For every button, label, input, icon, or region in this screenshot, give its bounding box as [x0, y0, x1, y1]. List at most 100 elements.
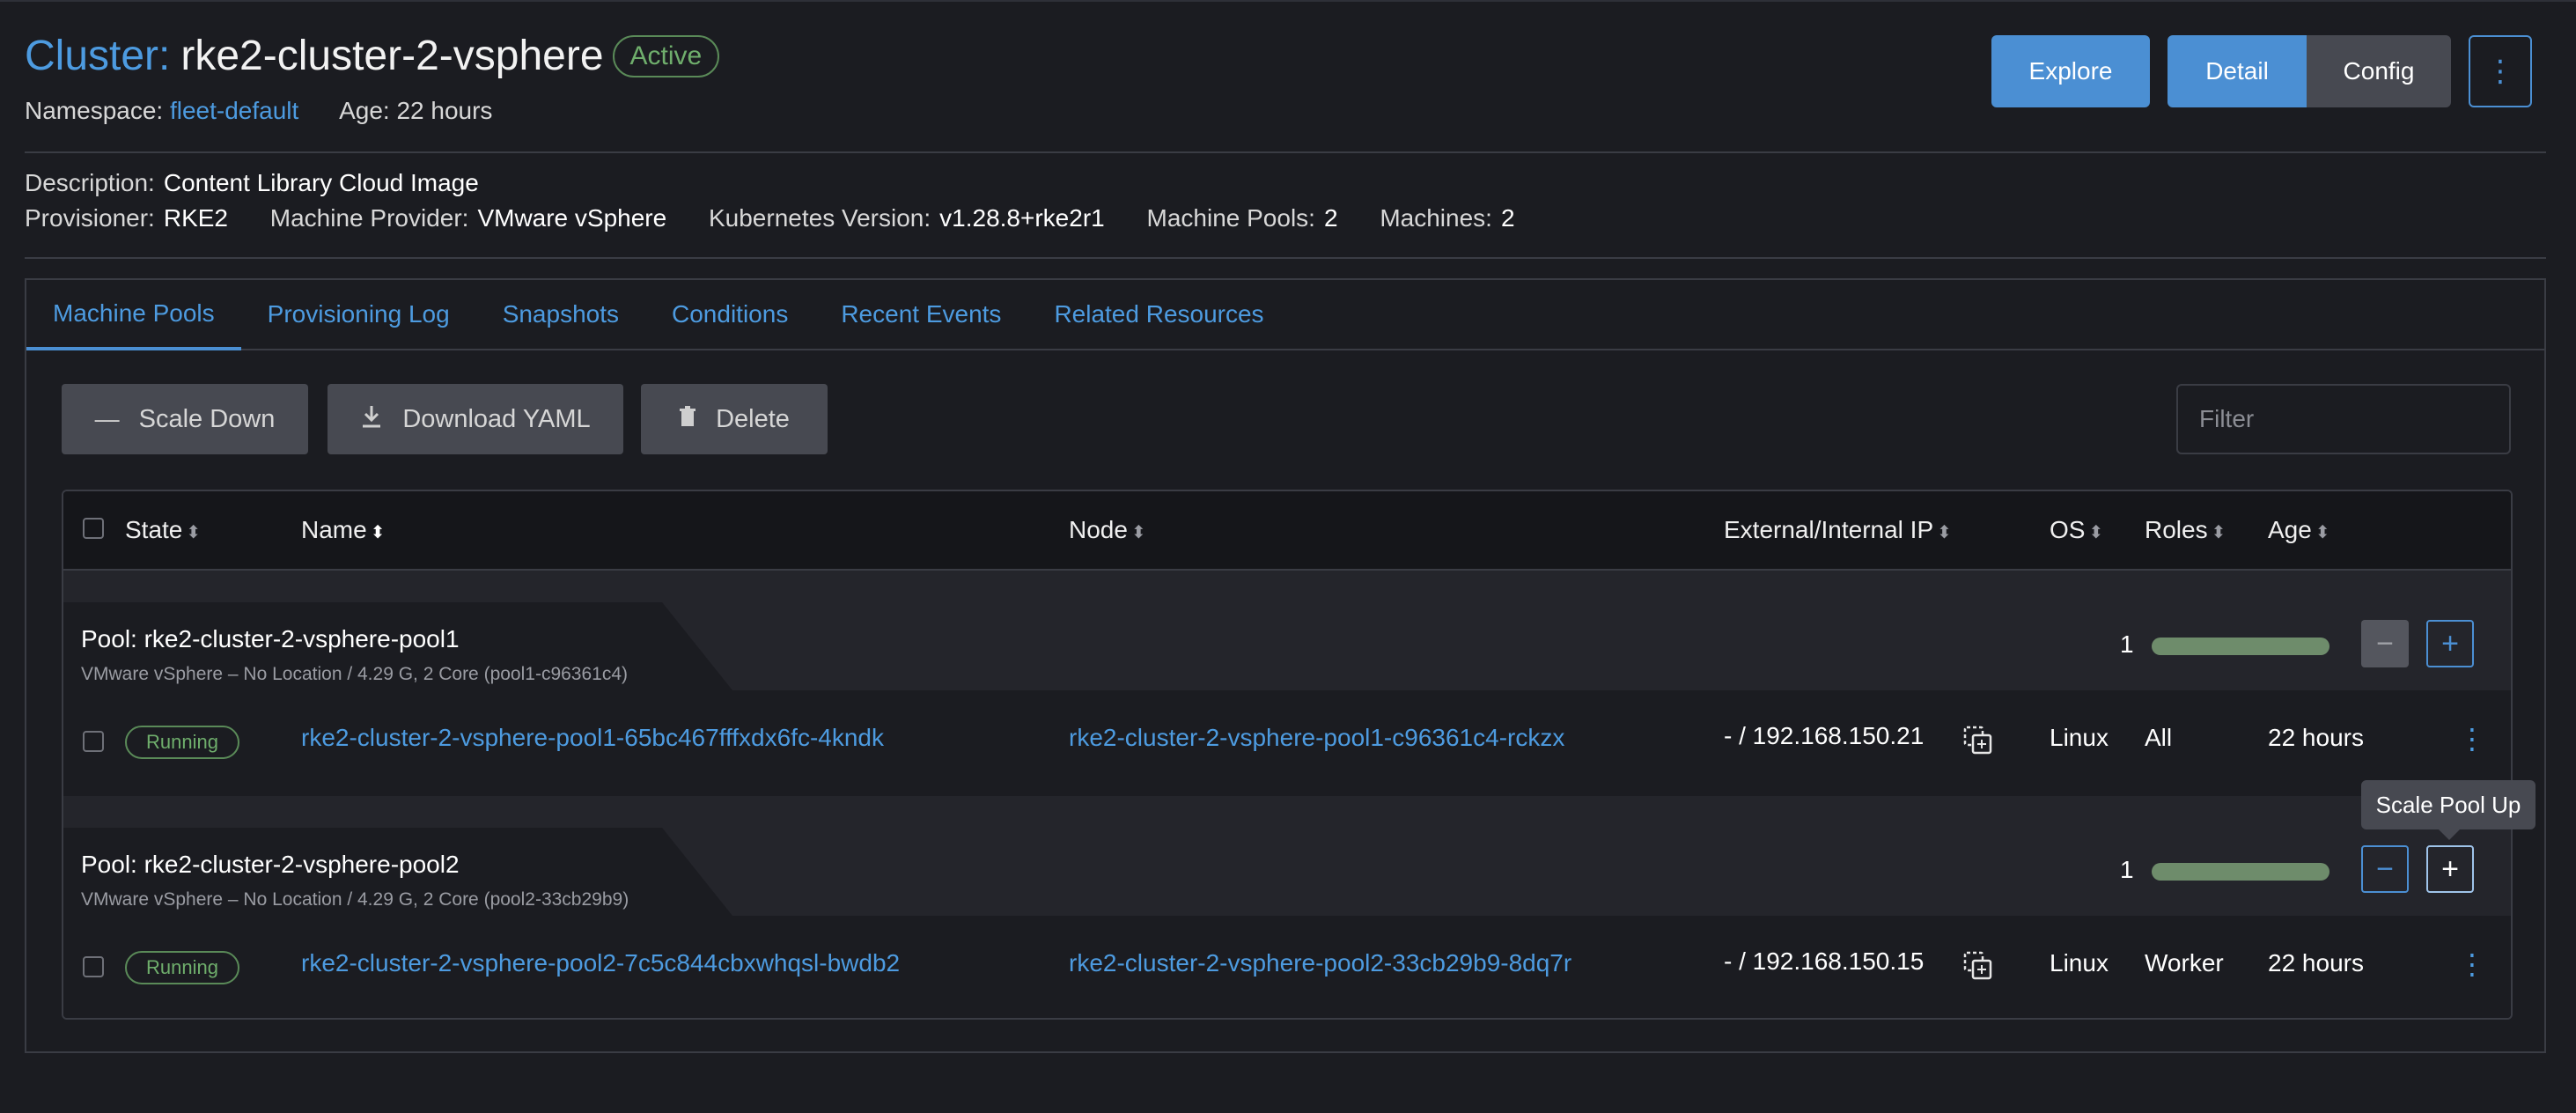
column-os-label: OS	[2050, 516, 2086, 543]
row-actions-kebab-icon[interactable]: ⋮	[2458, 947, 2486, 981]
machines-value: 2	[1500, 204, 1515, 232]
more-actions-button[interactable]: ⋮	[2469, 35, 2532, 107]
tab-related-resources[interactable]: Related Resources	[1027, 280, 1290, 349]
scale-pool-up-button[interactable]: +	[2426, 620, 2474, 667]
detail-button[interactable]: Detail	[2168, 35, 2307, 107]
config-button[interactable]: Config	[2307, 35, 2451, 107]
sort-icon: ⬍	[2211, 523, 2226, 542]
age-label: Age:	[339, 97, 390, 124]
scale-pool-up-button[interactable]: +	[2426, 845, 2474, 893]
pool-group-header: Pool: rke2-cluster-2-vsphere-pool1 VMwar…	[63, 571, 2511, 690]
copy-icon[interactable]	[1963, 726, 1993, 756]
roles-value: Worker	[2145, 949, 2224, 977]
sort-icon: ⬍	[186, 523, 202, 542]
tab-bar: Machine Pools Provisioning Log Snapshots…	[26, 280, 2544, 350]
column-ip[interactable]: External/Internal IP ⬍	[1724, 516, 1952, 544]
top-divider	[0, 0, 2576, 2]
namespace-link[interactable]: fleet-default	[170, 97, 298, 124]
column-name-label: Name	[301, 516, 367, 543]
column-age[interactable]: Age ⬍	[2268, 516, 2330, 544]
scale-pool-up-tooltip: Scale Pool Up	[2361, 780, 2536, 840]
trash-icon	[679, 405, 696, 433]
filter-input[interactable]	[2176, 384, 2511, 454]
age-value: 22 hours	[2268, 724, 2364, 751]
select-all-checkbox[interactable]	[83, 518, 104, 539]
tab-recent-events[interactable]: Recent Events	[814, 280, 1027, 349]
minus-icon: −	[2376, 851, 2394, 886]
machine-provider-label: Machine Provider:	[269, 204, 469, 232]
copy-icon[interactable]	[1963, 951, 1993, 981]
header-divider	[25, 151, 2546, 153]
row-checkbox[interactable]	[83, 731, 104, 752]
delete-button[interactable]: Delete	[641, 384, 828, 454]
explore-button[interactable]: Explore	[1991, 35, 2150, 107]
scale-down-label: Scale Down	[138, 404, 276, 433]
tab-snapshots[interactable]: Snapshots	[476, 280, 645, 349]
column-node-label: Node	[1069, 516, 1128, 543]
scale-pool-down-button[interactable]: −	[2361, 620, 2409, 667]
pool-machine-count: 1	[2120, 630, 2134, 658]
table-row: Running rke2-cluster-2-vsphere-pool2-7c5…	[63, 916, 2511, 1018]
pool-progress-bar	[2152, 863, 2329, 881]
namespace-label: Namespace:	[25, 97, 164, 124]
provisioner-label: Provisioner:	[25, 204, 155, 232]
roles-value: All	[2145, 724, 2173, 751]
column-state[interactable]: State ⬍	[125, 516, 201, 544]
column-state-label: State	[125, 516, 183, 543]
description-value: Content Library Cloud Image	[163, 169, 479, 196]
k8s-version-value: v1.28.8+rke2r1	[939, 204, 1105, 232]
header-actions: Explore Detail Config ⋮	[1991, 35, 2532, 107]
k8s-version-label: Kubernetes Version:	[708, 204, 931, 232]
column-name[interactable]: Name ⬍	[301, 516, 385, 544]
column-ip-label: External/Internal IP	[1724, 516, 1934, 543]
sort-icon: ⬍	[370, 523, 386, 542]
tab-machine-pools[interactable]: Machine Pools	[26, 280, 241, 350]
row-checkbox[interactable]	[83, 956, 104, 977]
column-roles-label: Roles	[2145, 516, 2208, 543]
pool-group-header: Pool: rke2-cluster-2-vsphere-pool2 VMwar…	[63, 796, 2511, 916]
download-yaml-label: Download YAML	[402, 404, 591, 433]
state-badge: Running	[125, 726, 239, 759]
title-prefix: Cluster:	[25, 33, 171, 79]
kebab-icon: ⋮	[2485, 55, 2515, 88]
node-link[interactable]: rke2-cluster-2-vsphere-pool2-33cb29b9-8d…	[1069, 949, 1571, 977]
tab-conditions[interactable]: Conditions	[645, 280, 814, 349]
description-row: Description: Content Library Cloud Image	[25, 169, 479, 197]
sort-icon: ⬍	[1937, 523, 1952, 542]
cluster-meta: Namespace: fleet-default Age: 22 hours	[25, 97, 492, 125]
download-yaml-button[interactable]: Download YAML	[328, 384, 623, 454]
scale-pool-down-button[interactable]: −	[2361, 845, 2409, 893]
machine-pools-label: Machine Pools:	[1146, 204, 1315, 232]
tab-panel: Machine Pools Provisioning Log Snapshots…	[25, 278, 2546, 1053]
cluster-properties: Provisioner: RKE2 Machine Provider: VMware…	[25, 204, 1550, 232]
machine-pools-value: 2	[1323, 204, 1338, 232]
column-roles[interactable]: Roles ⬍	[2145, 516, 2226, 544]
delete-label: Delete	[716, 404, 790, 433]
minus-icon: −	[2376, 626, 2394, 660]
pool-subtitle: VMware vSphere – No Location / 4.29 G, 2…	[81, 664, 629, 684]
machine-name-link[interactable]: rke2-cluster-2-vsphere-pool2-7c5c844cbxw…	[301, 949, 900, 977]
os-value: Linux	[2050, 724, 2109, 751]
column-age-label: Age	[2268, 516, 2312, 543]
machine-provider-value: VMware vSphere	[477, 204, 667, 232]
column-node[interactable]: Node ⬍	[1069, 516, 1146, 544]
minus-icon: —	[94, 405, 120, 432]
ip-value: - / 192.168.150.15	[1724, 947, 1925, 975]
page-title: Cluster: rke2-cluster-2-vsphere Active	[25, 32, 720, 80]
machines-table: State ⬍ Name ⬍ Node ⬍ External/Internal IP ⬍…	[62, 490, 2513, 1020]
row-actions-kebab-icon[interactable]: ⋮	[2458, 722, 2486, 756]
cluster-name: rke2-cluster-2-vsphere	[180, 33, 604, 79]
sort-icon: ⬍	[2088, 523, 2104, 542]
machines-label: Machines:	[1380, 204, 1492, 232]
pool-title: Pool: rke2-cluster-2-vsphere-pool1	[81, 625, 460, 652]
scale-down-button[interactable]: — Scale Down	[62, 384, 308, 454]
pool-title: Pool: rke2-cluster-2-vsphere-pool2	[81, 851, 460, 878]
age-value: 22 hours	[396, 97, 493, 124]
os-value: Linux	[2050, 949, 2109, 977]
ip-value: - / 192.168.150.21	[1724, 722, 1925, 749]
column-os[interactable]: OS ⬍	[2050, 516, 2103, 544]
node-link[interactable]: rke2-cluster-2-vsphere-pool1-c96361c4-rc…	[1069, 724, 1564, 752]
state-badge: Running	[125, 951, 239, 984]
tab-provisioning-log[interactable]: Provisioning Log	[241, 280, 476, 349]
machine-name-link[interactable]: rke2-cluster-2-vsphere-pool1-65bc467fffx…	[301, 724, 884, 752]
